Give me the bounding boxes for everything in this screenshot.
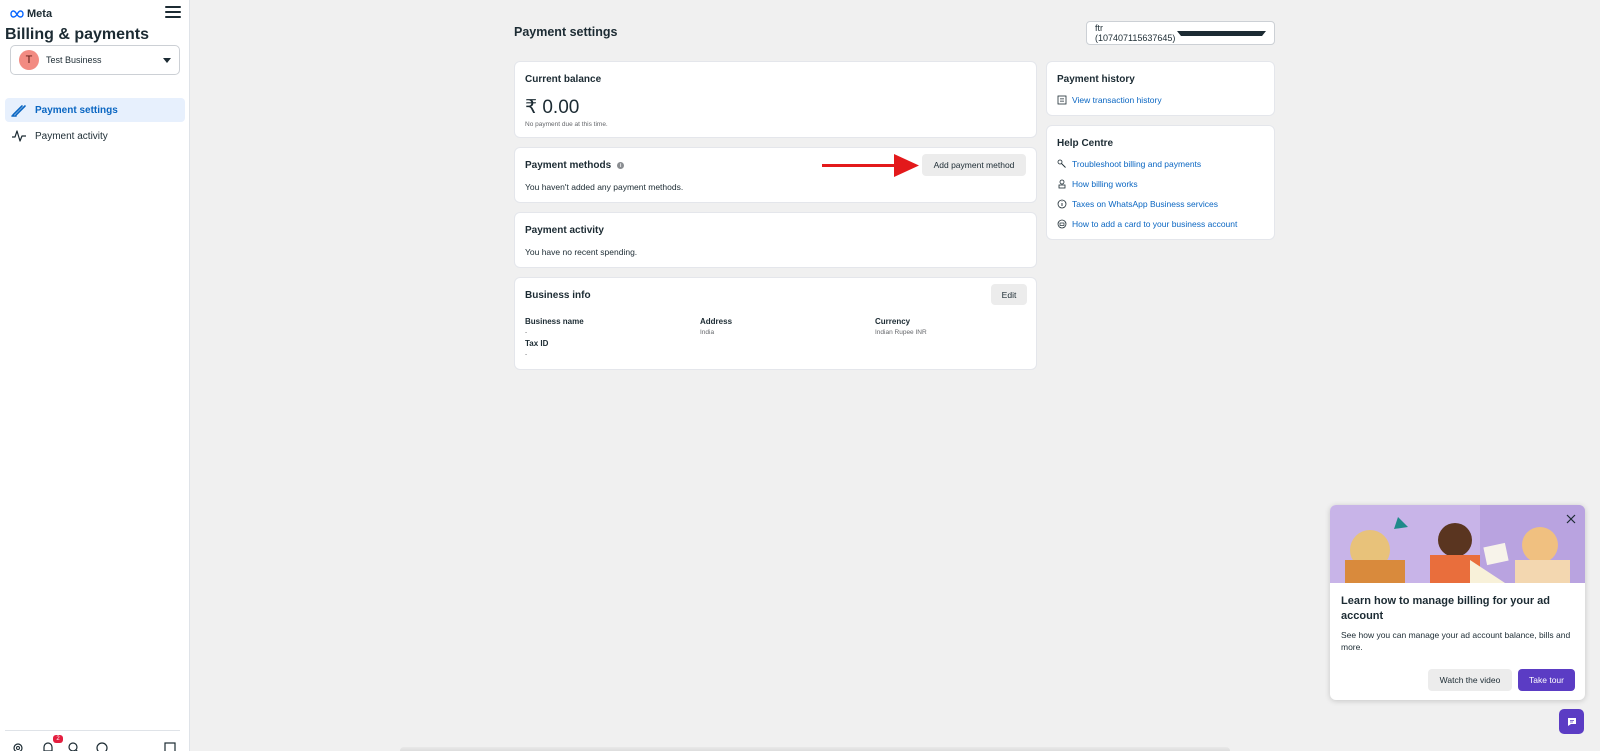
page-title: Payment settings	[514, 25, 618, 39]
sidebar-item-payment-activity[interactable]: Payment activity	[5, 124, 185, 148]
meta-logo-text: Meta	[27, 8, 53, 20]
sidebar-item-label: Payment activity	[35, 130, 108, 142]
watch-video-button[interactable]: Watch the video	[1428, 669, 1512, 691]
business-name-label: Business name	[525, 317, 584, 326]
close-icon[interactable]	[1565, 513, 1577, 525]
payment-methods-card: Payment methods i You haven't added any …	[514, 147, 1037, 203]
red-arrow-annotation	[822, 154, 919, 177]
card-title: Payment history	[1057, 74, 1135, 85]
wrench-icon	[1057, 159, 1066, 168]
sidebar-item-payment-settings[interactable]: Payment settings	[5, 98, 185, 122]
card-shield-icon	[1057, 219, 1067, 229]
sidebar-footer: 2	[5, 730, 180, 751]
business-name: Test Business	[46, 55, 102, 65]
help-link-taxes[interactable]: Taxes on WhatsApp Business services	[1057, 199, 1218, 209]
bottom-scroll-shadow	[400, 747, 1230, 751]
business-name-value: -	[525, 329, 528, 336]
page-heading: Billing & payments	[5, 26, 150, 43]
coins-icon	[1058, 179, 1066, 189]
receipt-icon	[1057, 95, 1067, 105]
business-info-card: Business info Edit Business name - Addre…	[514, 277, 1037, 370]
panel-toggle-icon[interactable]	[163, 741, 177, 751]
pencil-icon	[11, 102, 27, 118]
edit-button[interactable]: Edit	[991, 284, 1027, 305]
tax-id-label: Tax ID	[525, 339, 549, 348]
notification-badge: 2	[53, 735, 63, 743]
chat-button[interactable]	[1559, 709, 1584, 734]
payment-activity-card: Payment activity You have no recent spen…	[514, 212, 1037, 268]
ad-account-label: ftr (107407115637645)	[1095, 23, 1176, 43]
card-title: Payment activity	[525, 225, 604, 236]
gear-icon[interactable]	[11, 741, 25, 751]
bell-icon[interactable]	[41, 741, 55, 751]
card-title: Business info	[525, 290, 591, 301]
address-label: Address	[700, 317, 733, 326]
view-transaction-history-link[interactable]: View transaction history	[1057, 95, 1162, 105]
sidebar-item-label: Payment settings	[35, 104, 118, 116]
take-tour-button[interactable]: Take tour	[1518, 669, 1575, 691]
address-value: India	[700, 329, 715, 336]
info-circle-icon	[1057, 199, 1067, 209]
tour-illustration	[1330, 505, 1585, 583]
help-link-how-billing-works[interactable]: How billing works	[1057, 179, 1138, 189]
card-title: Current balance	[525, 74, 602, 85]
business-avatar: T	[19, 50, 39, 70]
activity-pulse-icon	[11, 128, 27, 144]
menu-icon[interactable]	[165, 6, 181, 20]
help-link-troubleshoot[interactable]: Troubleshoot billing and payments	[1057, 159, 1201, 169]
card-title: Payment methods i	[525, 160, 625, 171]
tour-title: Learn how to manage billing for your ad …	[1341, 595, 1551, 622]
business-selector[interactable]: T Test Business	[10, 45, 180, 75]
info-icon[interactable]: i	[617, 162, 625, 169]
chevron-down-icon	[163, 57, 171, 63]
help-centre-card: Help Centre Troubleshoot billing and pay…	[1046, 125, 1275, 240]
balance-amount: ₹ 0.00	[525, 97, 580, 118]
sidebar: Meta Billing & payments T Test Business …	[0, 0, 190, 751]
chevron-down-icon	[1176, 30, 1266, 36]
add-payment-method-button[interactable]: Add payment method	[922, 154, 1026, 176]
billing-tour-popup: Learn how to manage billing for your ad …	[1330, 505, 1585, 700]
help-icon[interactable]	[95, 741, 109, 751]
balance-note: No payment due at this time.	[525, 121, 608, 128]
search-icon[interactable]	[67, 741, 81, 751]
tax-id-value: -	[525, 351, 528, 358]
chat-bubble-icon	[1567, 717, 1576, 726]
payment-history-card: Payment history View transaction history	[1046, 61, 1275, 116]
meta-logo[interactable]: Meta	[10, 8, 52, 20]
card-title: Help Centre	[1057, 138, 1114, 149]
current-balance-card: Current balance ₹ 0.00 No payment due at…	[514, 61, 1037, 138]
help-link-add-card[interactable]: How to add a card to your business accou…	[1057, 219, 1237, 229]
payment-methods-title: Payment methods	[525, 160, 612, 171]
empty-state-text: You haven't added any payment methods.	[525, 182, 684, 192]
currency-label: Currency	[875, 317, 911, 326]
meta-infinity-icon	[10, 10, 24, 18]
empty-state-text: You have no recent spending.	[525, 247, 638, 257]
currency-value: Indian Rupee INR	[875, 329, 927, 336]
ad-account-selector[interactable]: ftr (107407115637645)	[1086, 21, 1275, 45]
tour-description: See how you can manage your ad account b…	[1341, 630, 1571, 652]
